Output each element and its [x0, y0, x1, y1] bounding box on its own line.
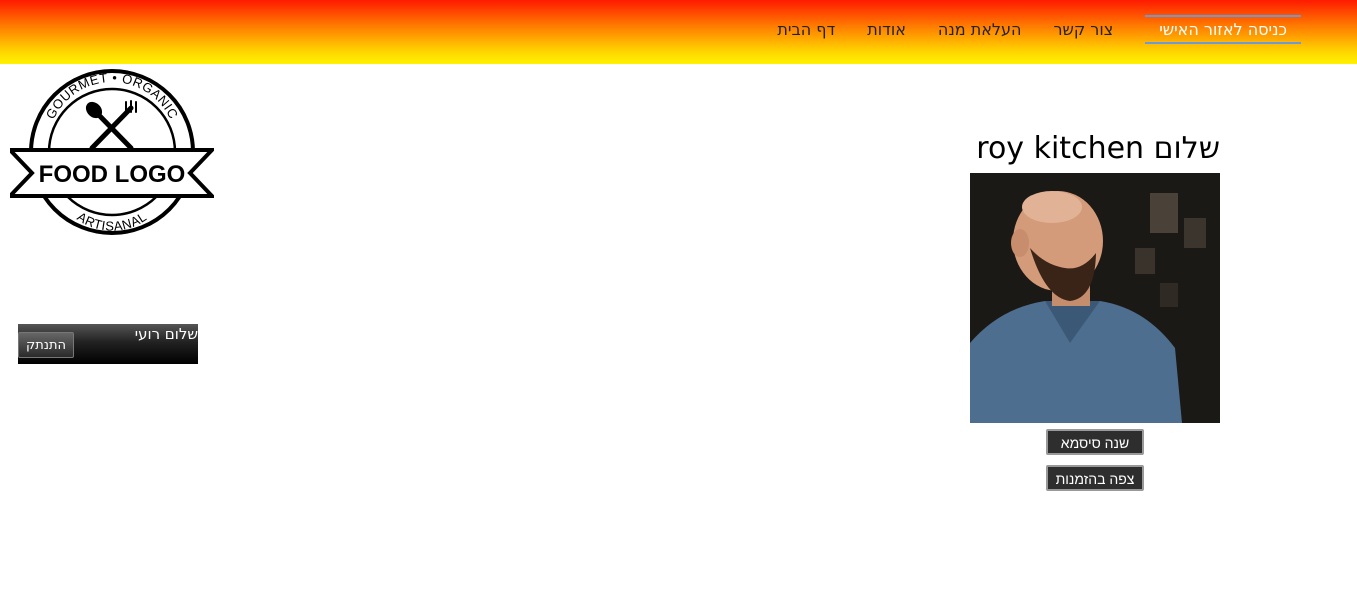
user-login-box: שלום רועי התנתק: [18, 324, 198, 364]
user-greeting: שלום רועי: [134, 325, 198, 343]
main-nav: דף הבית אודות העלאת מנה צור קשר כניסה לא…: [777, 15, 1301, 44]
nav-item-contact[interactable]: צור קשר: [1054, 16, 1114, 43]
nav-item-home[interactable]: דף הבית: [777, 16, 835, 43]
page: דף הבית אודות העלאת מנה צור קשר כניסה לא…: [0, 0, 1357, 605]
nav-item-personal-area[interactable]: כניסה לאזור האישי: [1145, 15, 1301, 44]
profile-photo: [970, 173, 1220, 423]
nav-item-upload-dish[interactable]: העלאת מנה: [938, 16, 1022, 43]
view-orders-button[interactable]: צפה בהזמנות: [1046, 465, 1144, 491]
nav-item-about[interactable]: אודות: [867, 16, 906, 43]
food-logo: GOURMET • ORGANIC ARTISANAL FOOD LOGO: [5, 68, 217, 238]
logo-main-text: FOOD LOGO: [39, 161, 186, 188]
change-password-button[interactable]: שנה סיסמא: [1046, 429, 1144, 455]
top-nav-bar: דף הבית אודות העלאת מנה צור קשר כניסה לא…: [0, 0, 1357, 64]
profile-title: שלום roy kitchen: [976, 131, 1220, 166]
logout-button[interactable]: התנתק: [18, 332, 75, 358]
